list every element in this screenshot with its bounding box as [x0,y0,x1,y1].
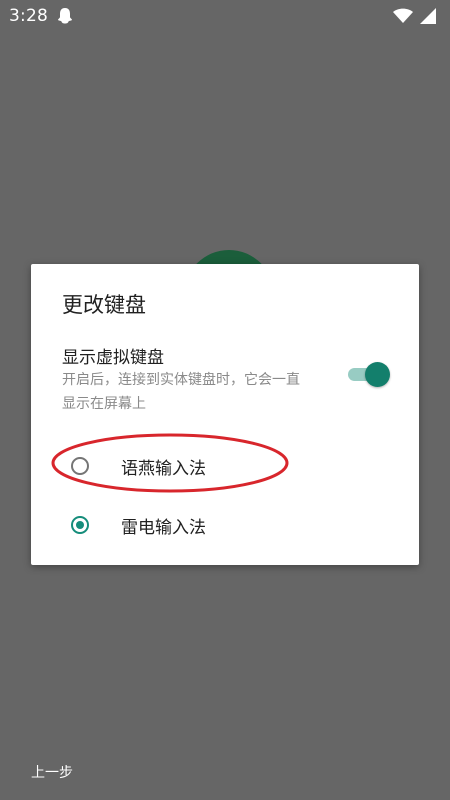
virtual-keyboard-description: 开启后，连接到实体键盘时，它会一直显示在屏幕上 [62,372,300,412]
status-bar: 3:28 [0,0,450,32]
virtual-keyboard-toggle[interactable] [346,361,390,387]
radio-button-unchecked[interactable] [71,457,89,475]
keyboard-option-leidian[interactable]: 雷电输入法 [31,498,419,554]
keyboard-option-yuyan[interactable]: 语燕输入法 [31,439,419,495]
back-step-button[interactable]: 上一步 [31,762,73,782]
ghost-icon [58,8,72,24]
radio-dot [76,521,84,529]
dialog-title: 更改键盘 [62,293,146,317]
wifi-icon [393,8,413,23]
virtual-keyboard-title: 显示虚拟键盘 [62,348,164,368]
keyboard-option-label: 雷电输入法 [121,518,206,538]
toggle-thumb [365,362,390,387]
radio-button-checked[interactable] [71,516,89,534]
status-time: 3:28 [9,6,48,26]
battery-icon [420,8,436,24]
keyboard-option-label: 语燕输入法 [121,459,206,479]
change-keyboard-dialog: 更改键盘 显示虚拟键盘 开启后，连接到实体键盘时，它会一直显示在屏幕上 语燕输入… [31,264,419,565]
